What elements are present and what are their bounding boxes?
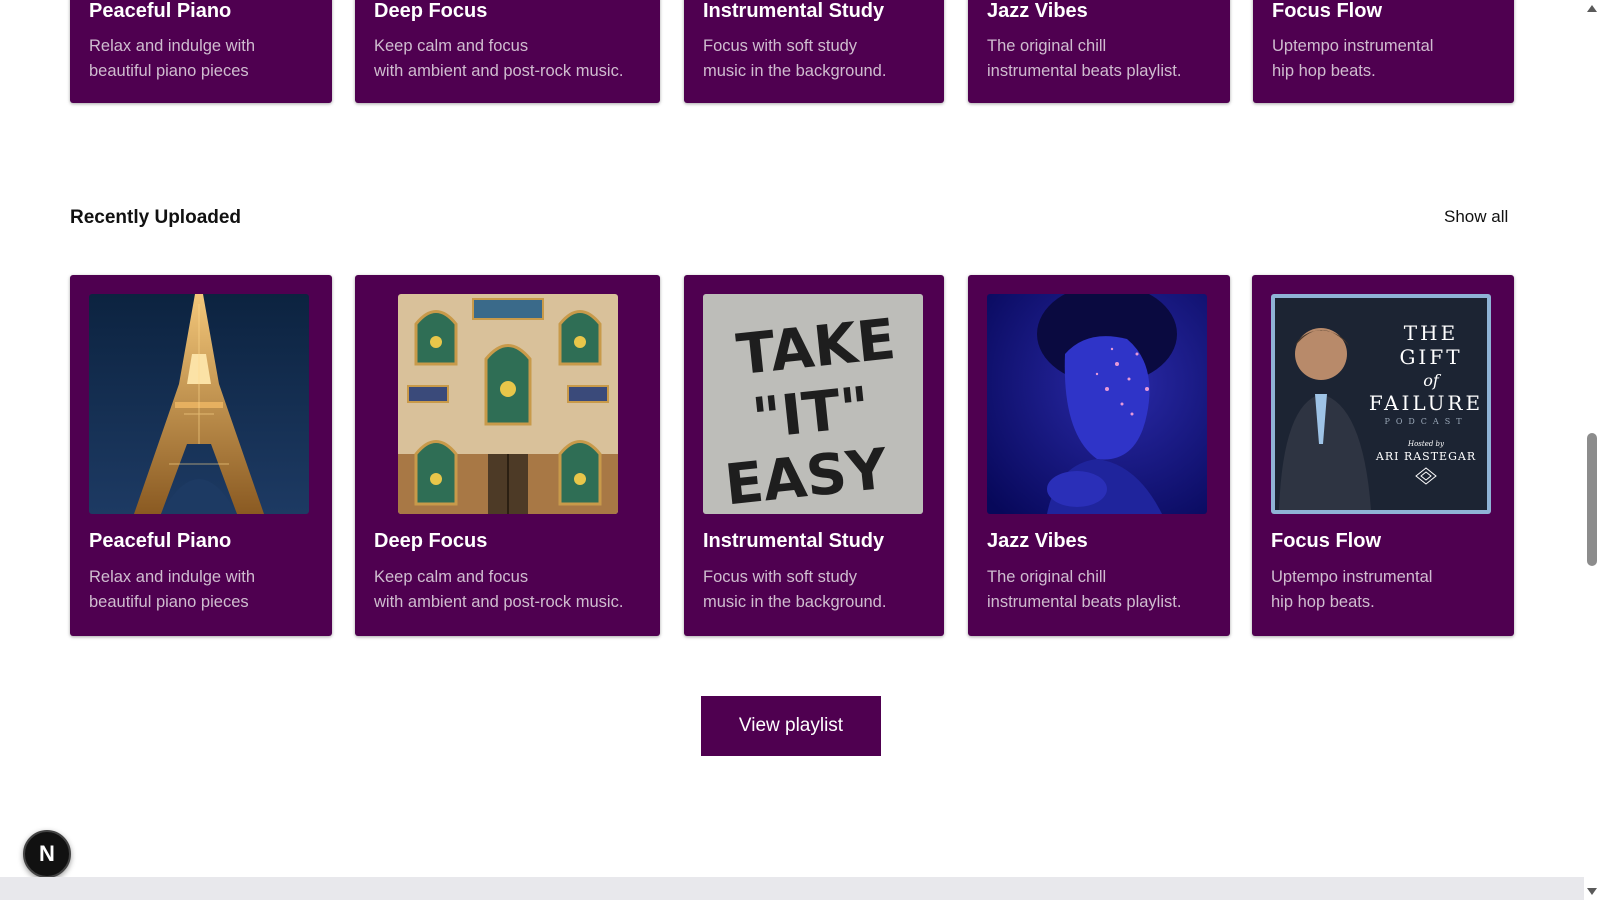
card-title: Peaceful Piano xyxy=(89,0,232,22)
card-title: Jazz Vibes xyxy=(987,0,1088,22)
scroll-up-arrow-icon[interactable] xyxy=(1587,5,1597,12)
playlist-card[interactable]: Peaceful Piano Relax and indulge with bea… xyxy=(70,0,332,103)
card-description: Uptempo instrumental hip hop beats. xyxy=(1271,568,1433,611)
cover-title-text: THE xyxy=(1404,321,1458,345)
card-description: Focus with soft study music in the backgr… xyxy=(703,37,887,80)
card-title: Instrumental Study xyxy=(703,530,885,552)
playlist-card[interactable]: Focus Flow Uptempo instrumental hip hop b… xyxy=(1253,0,1514,103)
playlist-card[interactable]: Jazz Vibes The original chill instrumenta… xyxy=(968,275,1230,636)
vertical-scrollbar[interactable] xyxy=(1584,0,1600,900)
card-description: Keep calm and focus with ambient and post… xyxy=(374,568,624,611)
cover-subtitle-text: PODCAST xyxy=(1384,417,1467,426)
scroll-down-arrow-icon[interactable] xyxy=(1587,888,1597,895)
cover-title-text: GIFT xyxy=(1399,345,1462,369)
card-title: Instrumental Study xyxy=(703,0,885,22)
card-title: Focus Flow xyxy=(1272,0,1382,22)
bottom-bar xyxy=(0,877,1584,900)
playlist-card[interactable]: TAKE "IT" EASY Instrumental Study Focus … xyxy=(684,275,944,636)
card-description: Relax and indulge with beautiful piano pi… xyxy=(89,37,256,80)
card-description: The original chill instrumental beats pla… xyxy=(987,37,1182,80)
podcast-cover-image: THE GIFT of FAILURE PODCAST Hosted by AR… xyxy=(1271,294,1491,514)
card-title: Deep Focus xyxy=(374,530,488,552)
tiled-mosaic-cover-image xyxy=(398,294,618,514)
card-title: Jazz Vibes xyxy=(987,530,1088,552)
cover-host-name: ARI RASTEGAR xyxy=(1375,450,1476,463)
card-title: Peaceful Piano xyxy=(89,530,232,552)
scrollbar-thumb[interactable] xyxy=(1587,433,1597,566)
eiffel-tower-cover-image xyxy=(89,294,309,514)
cover-title-text: FAILURE xyxy=(1369,391,1483,415)
card-description: The original chill instrumental beats pla… xyxy=(987,568,1182,611)
playlist-card[interactable]: Jazz Vibes The original chill instrumenta… xyxy=(968,0,1230,103)
next-dev-indicator-button[interactable]: N xyxy=(23,830,71,878)
card-description: Uptempo instrumental hip hop beats. xyxy=(1272,37,1434,80)
fab-letter: N xyxy=(39,841,55,866)
card-title: Deep Focus xyxy=(374,0,488,22)
graffiti-cover-image: TAKE "IT" EASY xyxy=(703,294,923,514)
playlist-card[interactable]: Peaceful Piano Relax and indulge with bea… xyxy=(70,275,332,636)
show-all-link[interactable]: Show all xyxy=(1444,207,1508,227)
card-description: Focus with soft study music in the backgr… xyxy=(703,568,887,611)
card-title: Focus Flow xyxy=(1271,530,1381,552)
section-title: Recently Uploaded xyxy=(70,207,242,228)
card-description: Relax and indulge with beautiful piano pi… xyxy=(89,568,256,611)
card-description: Keep calm and focus with ambient and post… xyxy=(374,37,624,80)
blue-portrait-cover-image xyxy=(987,294,1207,514)
playlist-card[interactable]: Instrumental Study Focus with soft study… xyxy=(684,0,944,103)
playlist-card[interactable]: Deep Focus Keep calm and focus with ambie… xyxy=(355,275,660,636)
view-playlist-button[interactable]: View playlist xyxy=(701,696,881,756)
playlist-card[interactable]: Deep Focus Keep calm and focus with ambie… xyxy=(355,0,660,103)
playlist-card[interactable]: THE GIFT of FAILURE PODCAST Hosted by AR… xyxy=(1252,275,1514,636)
cover-host-label: Hosted by xyxy=(1407,440,1445,448)
